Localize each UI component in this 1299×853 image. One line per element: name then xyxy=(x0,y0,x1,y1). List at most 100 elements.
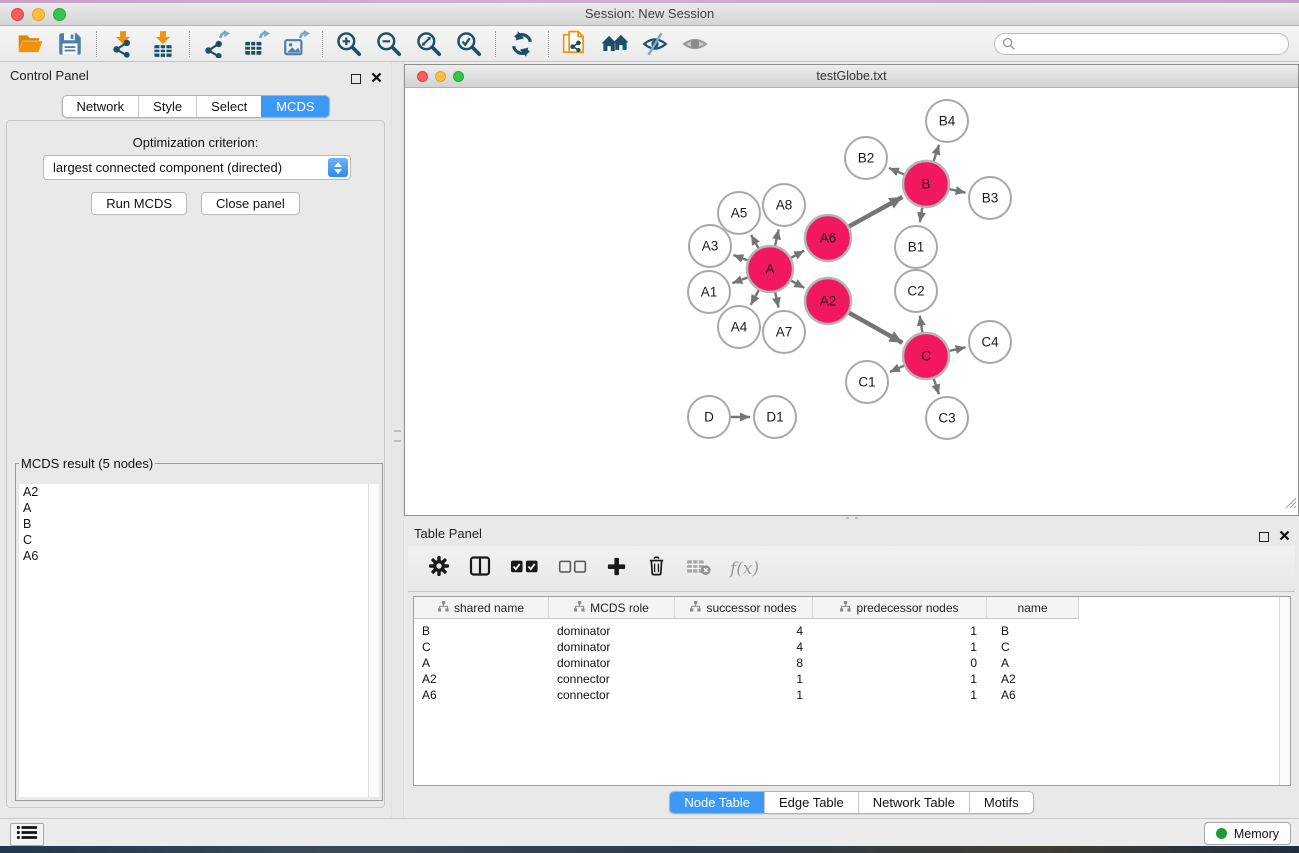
import-table-icon[interactable] xyxy=(146,29,180,59)
graph-edge-B-B2[interactable] xyxy=(889,168,904,175)
graph-node-B3[interactable]: B3 xyxy=(969,177,1011,219)
task-history-button[interactable] xyxy=(10,823,44,846)
table-cell[interactable]: A2 xyxy=(987,671,1079,687)
table-row[interactable]: Adominator80A xyxy=(414,655,1290,671)
network-close-button[interactable] xyxy=(417,71,428,82)
splitter-grip[interactable] xyxy=(394,430,401,442)
graph-edge-A-A4[interactable] xyxy=(751,290,759,305)
export-table-icon[interactable] xyxy=(239,29,273,59)
memory-button[interactable]: Memory xyxy=(1204,822,1291,845)
network-canvas[interactable]: B4B2BB3A8A5A6A3B1AA1C2A2A4A7C4CC1DD1C3 xyxy=(405,88,1298,515)
graph-edge-A6-B[interactable] xyxy=(849,197,902,226)
zoom-window-button[interactable] xyxy=(53,8,66,21)
tab-mcds[interactable]: MCDS xyxy=(261,96,328,117)
float-panel-icon[interactable] xyxy=(1259,532,1269,542)
graph-edge-B-B1[interactable] xyxy=(920,208,922,223)
graph-node-A5[interactable]: A5 xyxy=(718,192,760,234)
graph-edge-C-C3[interactable] xyxy=(934,379,939,395)
table-cell[interactable]: 1 xyxy=(813,687,987,703)
tab-select[interactable]: Select xyxy=(196,96,261,117)
export-network-icon[interactable] xyxy=(199,29,233,59)
show-details-icon[interactable] xyxy=(678,29,712,59)
table-cell[interactable]: A2 xyxy=(414,671,549,687)
delete-row-icon[interactable] xyxy=(646,555,667,582)
zoom-selected-icon[interactable] xyxy=(452,29,486,59)
table-cell[interactable]: 1 xyxy=(813,671,987,687)
graph-node-A8[interactable]: A8 xyxy=(763,184,805,226)
table-cell[interactable]: A xyxy=(414,655,549,671)
close-panel-icon[interactable] xyxy=(1279,528,1290,546)
table-row[interactable]: A6connector11A6 xyxy=(414,687,1290,703)
graph-node-C1[interactable]: C1 xyxy=(846,361,888,403)
graph-edge-B-B4[interactable] xyxy=(934,145,940,162)
table-cell[interactable]: B xyxy=(414,623,549,639)
graph-node-A7[interactable]: A7 xyxy=(763,311,805,353)
graph-node-B[interactable]: B xyxy=(903,161,949,207)
result-item[interactable]: A xyxy=(19,500,379,516)
table-cell[interactable]: 1 xyxy=(675,687,813,703)
table-cell[interactable]: 0 xyxy=(813,655,987,671)
table-row[interactable]: Bdominator41B xyxy=(414,623,1290,639)
graph-node-A[interactable]: A xyxy=(747,246,793,292)
columns-icon[interactable] xyxy=(469,555,491,582)
tab-network-table[interactable]: Network Table xyxy=(858,792,969,813)
table-cell[interactable]: B xyxy=(987,623,1079,639)
graph-node-A4[interactable]: A4 xyxy=(718,306,760,348)
mcds-result-list[interactable]: A2ABCA6 xyxy=(19,484,379,797)
minimize-window-button[interactable] xyxy=(32,8,45,21)
result-item[interactable]: C xyxy=(19,532,379,548)
tab-edge-table[interactable]: Edge Table xyxy=(764,792,858,813)
table-cell[interactable]: 1 xyxy=(813,639,987,655)
open-file-icon[interactable] xyxy=(13,29,47,59)
graph-node-A1[interactable]: A1 xyxy=(688,271,730,313)
table-row[interactable]: A2connector11A2 xyxy=(414,671,1290,687)
graph-edge-A-A3[interactable] xyxy=(733,255,747,260)
graph-node-C3[interactable]: C3 xyxy=(926,397,968,439)
import-network-icon[interactable] xyxy=(106,29,140,59)
column-header-MCDS-role[interactable]: MCDS role xyxy=(549,597,675,619)
result-item[interactable]: A6 xyxy=(19,548,379,564)
close-panel-button[interactable]: Close panel xyxy=(201,192,300,215)
settings-icon[interactable] xyxy=(428,555,450,582)
zoom-in-icon[interactable] xyxy=(332,29,366,59)
home-icon[interactable] xyxy=(598,29,632,59)
run-mcds-button[interactable]: Run MCDS xyxy=(91,192,187,215)
zoom-fit-icon[interactable] xyxy=(412,29,446,59)
graph-edge-A-A1[interactable] xyxy=(732,277,747,283)
close-panel-icon[interactable] xyxy=(371,70,382,88)
table-cell[interactable]: dominator xyxy=(549,623,675,639)
close-window-button[interactable] xyxy=(11,8,24,21)
network-zoom-button[interactable] xyxy=(453,71,464,82)
graph-edge-C-C2[interactable] xyxy=(920,316,923,333)
float-panel-icon[interactable] xyxy=(351,74,361,84)
table-cell[interactable]: connector xyxy=(549,687,675,703)
clipboard-network-icon[interactable] xyxy=(558,29,592,59)
graph-node-D[interactable]: D xyxy=(688,396,730,438)
graph-node-B4[interactable]: B4 xyxy=(926,100,968,142)
tab-network[interactable]: Network xyxy=(62,96,138,117)
result-item[interactable]: B xyxy=(19,516,379,532)
table-cell[interactable]: C xyxy=(987,639,1079,655)
criterion-select[interactable]: largest connected component (directed) xyxy=(43,155,351,180)
graph-edge-A-A8[interactable] xyxy=(775,229,779,245)
table-cell[interactable]: dominator xyxy=(549,639,675,655)
graph-edge-A2-C[interactable] xyxy=(849,313,903,343)
table-cell[interactable]: dominator xyxy=(549,655,675,671)
graph-edge-A-A6[interactable] xyxy=(791,251,804,258)
graph-node-B2[interactable]: B2 xyxy=(845,137,887,179)
column-header-successor-nodes[interactable]: successor nodes xyxy=(675,597,813,619)
column-header-predecessor-nodes[interactable]: predecessor nodes xyxy=(813,597,987,619)
result-scrollbar[interactable] xyxy=(368,484,379,797)
graph-edge-C-C1[interactable] xyxy=(890,366,904,372)
select-all-icon[interactable] xyxy=(510,558,539,579)
graph-node-B1[interactable]: B1 xyxy=(895,226,937,268)
graph-edge-A-A2[interactable] xyxy=(791,281,804,288)
result-item[interactable]: A2 xyxy=(19,484,379,500)
tab-node-table[interactable]: Node Table xyxy=(670,792,764,813)
table-scrollbar[interactable] xyxy=(1279,597,1290,785)
zoom-out-icon[interactable] xyxy=(372,29,406,59)
table-cell[interactable]: 8 xyxy=(675,655,813,671)
graph-node-C[interactable]: C xyxy=(903,333,949,379)
function-builder-icon[interactable]: f(x) xyxy=(730,559,759,579)
search-input[interactable] xyxy=(994,33,1289,55)
